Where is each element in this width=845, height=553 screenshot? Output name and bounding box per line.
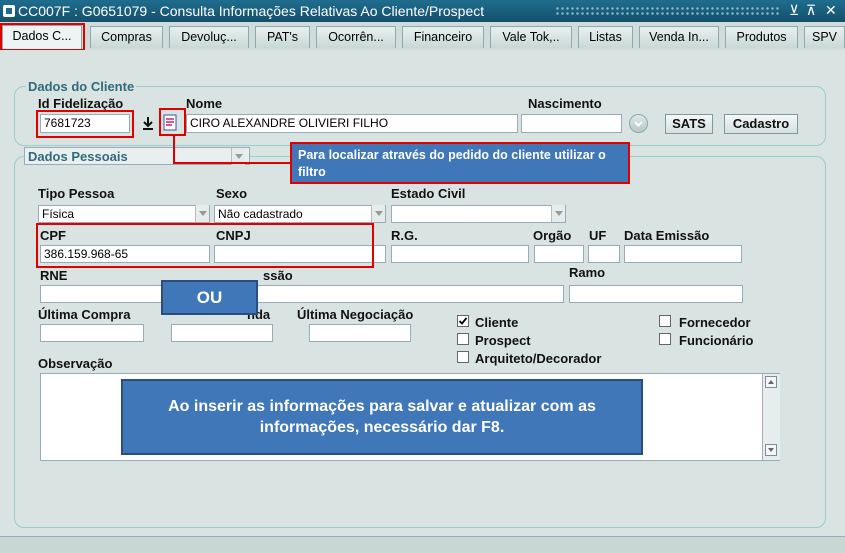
tab-spv[interactable]: SPV	[804, 26, 845, 48]
tab-bar: Dados C... Compras Devoluç... PAT's Ocor…	[0, 22, 845, 51]
nascimento-label: Nascimento	[528, 96, 602, 111]
orgao-label: Orgão	[533, 228, 572, 243]
rne-profissao-input[interactable]	[40, 285, 564, 303]
tipo-pessoa-label: Tipo Pessoa	[38, 186, 115, 201]
id-highlight	[36, 110, 134, 138]
ultima-compra-input[interactable]	[40, 324, 144, 342]
window-title: CC007F : G0651079 - Consulta Informações…	[18, 3, 485, 19]
tab-venda-internet[interactable]: Venda In...	[639, 26, 719, 48]
profissao-label: ssão	[263, 268, 293, 283]
scroll-down-icon[interactable]	[765, 444, 777, 456]
cliente-checkbox[interactable]	[457, 315, 469, 327]
active-tab-highlight	[0, 23, 85, 51]
maximize-icon[interactable]: ⊼	[806, 2, 816, 19]
observacao-label: Observação	[38, 356, 113, 371]
fornecedor-label: Fornecedor	[679, 315, 751, 330]
tab-listas[interactable]: Listas	[578, 26, 633, 48]
ramo-input[interactable]	[569, 285, 743, 303]
tab-pats[interactable]: PAT's	[255, 26, 310, 48]
rg-label: R.G.	[391, 228, 418, 243]
uf-label: UF	[589, 228, 607, 243]
sexo-label: Sexo	[216, 186, 248, 201]
title-pattern	[555, 6, 780, 16]
tab-ocorrencias[interactable]: Ocorrên...	[316, 26, 396, 48]
tipo-pessoa-select[interactable]: Física	[38, 205, 210, 223]
estado-civil-label: Estado Civil	[391, 186, 466, 201]
ultima-venda-input[interactable]	[171, 324, 273, 342]
ramo-label: Ramo	[569, 265, 606, 280]
tab-financeiro[interactable]: Financeiro	[402, 26, 484, 48]
scroll-up-icon[interactable]	[765, 376, 777, 388]
dados-cliente-title: Dados do Cliente	[26, 79, 137, 94]
orgao-input[interactable]	[534, 245, 584, 263]
arquiteto-checkbox[interactable]	[457, 351, 469, 363]
status-bar	[0, 536, 845, 553]
window-title-bar: CC007F : G0651079 - Consulta Informações…	[0, 0, 845, 22]
tab-compras[interactable]: Compras	[90, 26, 163, 48]
callout-connector-horizontal	[173, 162, 291, 164]
uf-input[interactable]	[588, 245, 620, 263]
observacao-scrollbar[interactable]	[762, 374, 780, 460]
download-icon[interactable]	[141, 115, 155, 131]
estado-civil-select[interactable]	[391, 205, 566, 223]
ultima-compra-label: Última Compra	[38, 307, 131, 322]
filter-icon-highlight	[159, 108, 186, 136]
prospect-label: Prospect	[475, 333, 531, 348]
id-fidelizacao-label: Id Fidelização	[38, 96, 124, 111]
ultima-negociacao-input[interactable]	[309, 324, 411, 342]
f8-callout: Ao inserir as informações para salvar e …	[121, 379, 643, 455]
filter-callout: Para localizar através do pedido do clie…	[290, 142, 630, 184]
arquiteto-label: Arquiteto/Decorador	[475, 351, 602, 366]
sexo-chevron-down-icon[interactable]	[371, 205, 385, 222]
data-emissao-label: Data Emissão	[624, 228, 710, 243]
sats-button[interactable]: SATS	[665, 114, 713, 134]
sexo-select[interactable]: Não cadastrado	[214, 205, 386, 223]
ultima-negociacao-label: Última Negociação	[297, 307, 414, 322]
tab-produtos[interactable]: Produtos	[725, 26, 798, 48]
date-picker-icon[interactable]	[629, 114, 648, 133]
fornecedor-checkbox[interactable]	[659, 315, 671, 327]
data-emissao-input[interactable]	[624, 245, 742, 263]
rne-label: RNE	[40, 268, 68, 283]
app-icon	[3, 5, 15, 17]
close-icon[interactable]: ✕	[825, 2, 837, 19]
cadastro-button[interactable]: Cadastro	[724, 114, 798, 134]
prospect-checkbox[interactable]	[457, 333, 469, 345]
tab-devolucoes[interactable]: Devoluç...	[169, 26, 249, 48]
estado-civil-chevron-down-icon[interactable]	[551, 205, 565, 222]
nome-label: Nome	[186, 96, 223, 111]
nascimento-input[interactable]	[521, 114, 622, 133]
funcionario-checkbox[interactable]	[659, 333, 671, 345]
callout-connector-vertical	[173, 136, 175, 164]
tipo-pessoa-chevron-down-icon[interactable]	[195, 205, 209, 222]
tab-vale-tok[interactable]: Vale Tok,..	[490, 26, 572, 48]
minimize-icon[interactable]: ⊻	[789, 2, 799, 19]
nome-input[interactable]: CIRO ALEXANDRE OLIVIERI FILHO	[186, 114, 518, 133]
rg-input[interactable]	[391, 245, 529, 263]
funcionario-label: Funcionário	[679, 333, 754, 348]
ou-callout: OU	[161, 280, 258, 315]
cpf-cnpj-highlight	[36, 223, 374, 268]
cliente-label: Cliente	[475, 315, 519, 330]
